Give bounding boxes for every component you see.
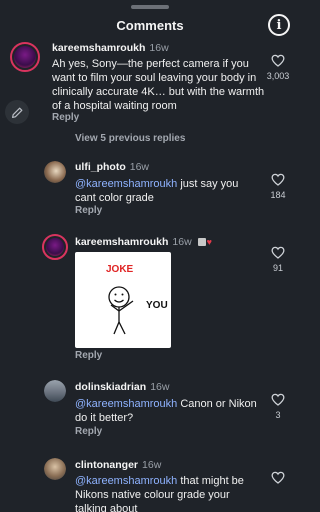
- comment-username[interactable]: dolinskiadrian 16w: [75, 381, 169, 393]
- heart-outline-icon: [271, 471, 285, 484]
- comment-text: @kareemshamroukh just say you cant color…: [75, 178, 239, 204]
- page-title: Comments: [116, 18, 184, 33]
- comment-username[interactable]: ulfi_photo 16w: [75, 161, 149, 173]
- pencil-edit-icon: [11, 107, 22, 118]
- comment-time: 16w: [149, 42, 169, 54]
- reply-button[interactable]: Reply: [75, 350, 102, 361]
- avatar[interactable]: [42, 234, 68, 260]
- comment-text: Ah yes, Sony—the perfect camera if you w…: [52, 58, 265, 112]
- avatar[interactable]: [44, 458, 66, 480]
- creator-badge-icon: [197, 238, 206, 247]
- mention-link[interactable]: @kareemshamroukh: [75, 475, 177, 487]
- info-button[interactable]: i: [268, 14, 290, 36]
- comment-text: @kareemshamroukh that might be Nikons na…: [75, 475, 244, 512]
- like-count: 3,003: [266, 71, 290, 81]
- mention-link[interactable]: @kareemshamroukh: [75, 398, 177, 410]
- reply-button[interactable]: Reply: [75, 426, 102, 437]
- sticker-caption-label: YOU: [146, 300, 168, 311]
- sticker-image: JOKE YOU: [75, 252, 171, 348]
- reply-button[interactable]: Reply: [52, 112, 79, 123]
- heart-outline-icon: [271, 54, 285, 67]
- like-count: 3: [275, 410, 281, 420]
- comment-time: 16w: [150, 381, 170, 393]
- mention-link[interactable]: @kareemshamroukh: [75, 178, 177, 190]
- like-button[interactable]: 3,003: [263, 54, 293, 81]
- creator-liked-heart-icon: ♥: [206, 237, 212, 247]
- like-button[interactable]: 91: [263, 246, 293, 273]
- comment-text: @kareemshamroukh Canon or Nikon do it be…: [75, 398, 257, 424]
- comment-time: 16w: [142, 459, 162, 471]
- heart-outline-icon: [271, 246, 285, 259]
- comment-time: 16w: [172, 236, 192, 248]
- edit-button[interactable]: [5, 100, 29, 124]
- like-button[interactable]: 3: [263, 393, 293, 420]
- like-button[interactable]: 184: [263, 173, 293, 200]
- drag-handle[interactable]: [131, 5, 169, 9]
- reply-button[interactable]: Reply: [75, 205, 102, 216]
- avatar[interactable]: [44, 161, 66, 183]
- comment-username[interactable]: kareemshamroukh 16w ♥: [75, 236, 212, 248]
- view-previous-replies[interactable]: View 5 previous replies: [75, 133, 185, 144]
- like-count: 184: [270, 190, 286, 200]
- avatar[interactable]: [44, 380, 66, 402]
- heart-outline-icon: [271, 393, 285, 406]
- like-button[interactable]: [263, 471, 293, 484]
- heart-outline-icon: [271, 173, 285, 186]
- comment-time: 16w: [129, 161, 150, 173]
- comment-username[interactable]: kareemshamroukh 16w: [52, 42, 169, 54]
- info-icon: i: [276, 17, 282, 33]
- comment-username[interactable]: clintonanger 16w: [75, 459, 161, 471]
- like-count: 91: [272, 263, 283, 273]
- sticker-caption-top: JOKE: [106, 264, 134, 275]
- avatar[interactable]: [10, 42, 40, 72]
